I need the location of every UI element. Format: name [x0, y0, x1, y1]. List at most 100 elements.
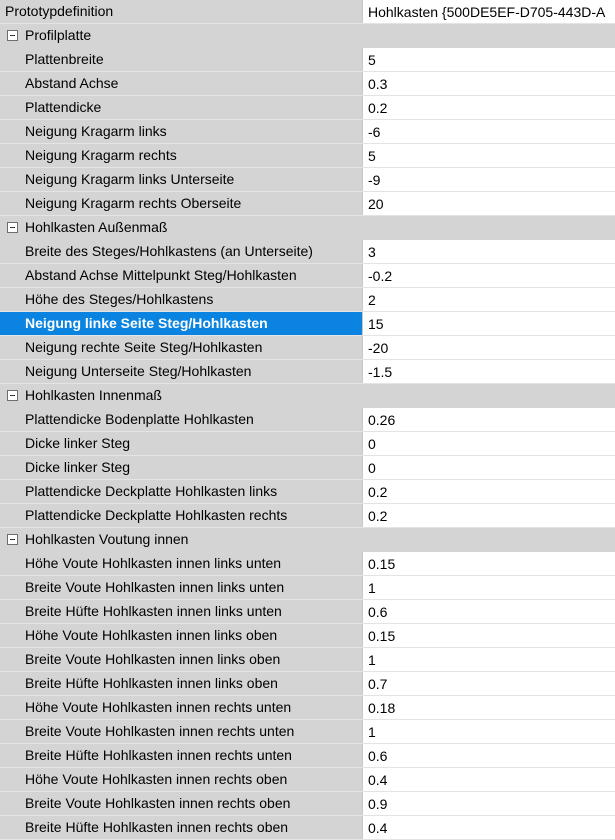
collapse-minus-icon[interactable]: [7, 222, 18, 233]
property-row[interactable]: Neigung Kragarm links Unterseite -9: [0, 168, 615, 192]
property-value[interactable]: 0.6: [363, 744, 615, 767]
property-name: Breite Voute Hohlkasten innen links unte…: [0, 576, 363, 599]
property-row[interactable]: Plattendicke Deckplatte Hohlkasten recht…: [0, 504, 615, 528]
property-row[interactable]: Abstand Achse Mittelpunkt Steg/Hohlkaste…: [0, 264, 615, 288]
property-row[interactable]: Dicke linker Steg 0: [0, 432, 615, 456]
category-label-wrap: Hohlkasten Voutung innen: [0, 528, 615, 551]
property-value[interactable]: -0.2: [363, 264, 615, 287]
property-value[interactable]: 0.2: [363, 504, 615, 527]
prototype-row[interactable]: Prototypdefinition Hohlkasten {500DE5EF-…: [0, 0, 615, 24]
property-value[interactable]: -20: [363, 336, 615, 359]
property-row[interactable]: Neigung rechte Seite Steg/Hohlkasten -20: [0, 336, 615, 360]
property-name: Höhe Voute Hohlkasten innen rechts unten: [0, 696, 363, 719]
property-row[interactable]: Breite Hüfte Hohlkasten innen rechts obe…: [0, 816, 615, 840]
property-value[interactable]: 15: [363, 312, 615, 335]
property-value[interactable]: 5: [363, 144, 615, 167]
property-value[interactable]: 0.15: [363, 624, 615, 647]
property-name: Höhe Voute Hohlkasten innen rechts oben: [0, 768, 363, 791]
property-value[interactable]: 0.26: [363, 408, 615, 431]
property-value[interactable]: 0.9: [363, 792, 615, 815]
property-name: Breite Voute Hohlkasten innen rechts unt…: [0, 720, 363, 743]
category-title: Profilplatte: [25, 27, 92, 43]
property-row[interactable]: Breite Hüfte Hohlkasten innen links oben…: [0, 672, 615, 696]
property-row[interactable]: Höhe Voute Hohlkasten innen rechts unten…: [0, 696, 615, 720]
property-name: Breite Hüfte Hohlkasten innen rechts unt…: [0, 744, 363, 767]
property-row[interactable]: Breite Voute Hohlkasten innen rechts unt…: [0, 720, 615, 744]
category-label-wrap: Hohlkasten Außenmaß: [0, 216, 615, 239]
property-name: Neigung rechte Seite Steg/Hohlkasten: [0, 336, 363, 359]
property-name: Plattendicke: [0, 96, 363, 119]
property-row[interactable]: Höhe Voute Hohlkasten innen rechts oben 0…: [0, 768, 615, 792]
property-row[interactable]: Plattendicke Bodenplatte Hohlkasten 0.26: [0, 408, 615, 432]
property-row[interactable]: Höhe des Steges/Hohlkastens 2: [0, 288, 615, 312]
collapse-minus-icon[interactable]: [7, 534, 18, 545]
property-row[interactable]: Breite Hüfte Hohlkasten innen links unte…: [0, 600, 615, 624]
category-header[interactable]: Hohlkasten Innenmaß: [0, 384, 615, 408]
property-name: Neigung Unterseite Steg/Hohlkasten: [0, 360, 363, 383]
property-value[interactable]: 0.6: [363, 600, 615, 623]
property-value[interactable]: 0.18: [363, 696, 615, 719]
property-categories: Profilplatte Plattenbreite 5 Abstand Achse 0…: [0, 24, 615, 840]
property-row[interactable]: Breite Voute Hohlkasten innen links oben…: [0, 648, 615, 672]
category-header[interactable]: Hohlkasten Außenmaß: [0, 216, 615, 240]
property-value[interactable]: 0.15: [363, 552, 615, 575]
property-value[interactable]: 0.2: [363, 96, 615, 119]
property-row[interactable]: Plattendicke 0.2: [0, 96, 615, 120]
property-value[interactable]: -1.5: [363, 360, 615, 383]
property-value[interactable]: 0: [363, 432, 615, 455]
property-name: Neigung linke Seite Steg/Hohlkasten: [0, 312, 363, 335]
property-row[interactable]: Breite Hüfte Hohlkasten innen rechts unt…: [0, 744, 615, 768]
property-row[interactable]: Neigung Unterseite Steg/Hohlkasten -1.5: [0, 360, 615, 384]
property-value[interactable]: 1: [363, 648, 615, 671]
property-row[interactable]: Breite Voute Hohlkasten innen links unte…: [0, 576, 615, 600]
property-value[interactable]: 0.4: [363, 816, 615, 839]
category-header[interactable]: Hohlkasten Voutung innen: [0, 528, 615, 552]
property-name: Breite Hüfte Hohlkasten innen links oben: [0, 672, 363, 695]
property-name: Dicke linker Steg: [0, 456, 363, 479]
property-name: Prototypdefinition: [0, 0, 363, 23]
property-row[interactable]: Höhe Voute Hohlkasten innen links unten 0…: [0, 552, 615, 576]
property-value[interactable]: 0.3: [363, 72, 615, 95]
property-row[interactable]: Höhe Voute Hohlkasten innen links oben 0.…: [0, 624, 615, 648]
property-name: Breite Voute Hohlkasten innen links oben: [0, 648, 363, 671]
property-row[interactable]: Neigung Kragarm links -6: [0, 120, 615, 144]
property-row[interactable]: Neigung Kragarm rechts 5: [0, 144, 615, 168]
property-value[interactable]: 3: [363, 240, 615, 263]
property-row[interactable]: Breite Voute Hohlkasten innen rechts obe…: [0, 792, 615, 816]
property-value[interactable]: 0.2: [363, 480, 615, 503]
property-value[interactable]: Hohlkasten {500DE5EF-D705-443D-A: [363, 0, 615, 23]
property-name: Neigung Kragarm rechts: [0, 144, 363, 167]
property-value[interactable]: -6: [363, 120, 615, 143]
property-name: Abstand Achse: [0, 72, 363, 95]
property-value[interactable]: 5: [363, 48, 615, 71]
property-name: Höhe Voute Hohlkasten innen links unten: [0, 552, 363, 575]
property-value[interactable]: 1: [363, 720, 615, 743]
property-name: Neigung Kragarm links Unterseite: [0, 168, 363, 191]
property-row-selected[interactable]: Neigung linke Seite Steg/Hohlkasten 15: [0, 312, 615, 336]
property-name: Höhe des Steges/Hohlkastens: [0, 288, 363, 311]
property-row[interactable]: Abstand Achse 0.3: [0, 72, 615, 96]
property-value[interactable]: 1: [363, 576, 615, 599]
property-row[interactable]: Plattendicke Deckplatte Hohlkasten links…: [0, 480, 615, 504]
category-label-wrap: Hohlkasten Innenmaß: [0, 384, 615, 407]
property-row[interactable]: Breite des Steges/Hohlkastens (an Unters…: [0, 240, 615, 264]
property-name: Abstand Achse Mittelpunkt Steg/Hohlkaste…: [0, 264, 363, 287]
property-name: Breite Voute Hohlkasten innen rechts obe…: [0, 792, 363, 815]
category-header[interactable]: Profilplatte: [0, 24, 615, 48]
property-value[interactable]: 0: [363, 456, 615, 479]
property-name: Breite des Steges/Hohlkastens (an Unters…: [0, 240, 363, 263]
collapse-minus-icon[interactable]: [7, 30, 18, 41]
property-name: Neigung Kragarm rechts Oberseite: [0, 192, 363, 215]
property-value[interactable]: 20: [363, 192, 615, 215]
property-grid: Prototypdefinition Hohlkasten {500DE5EF-…: [0, 0, 615, 840]
property-value[interactable]: -9: [363, 168, 615, 191]
property-row[interactable]: Neigung Kragarm rechts Oberseite 20: [0, 192, 615, 216]
property-value[interactable]: 0.4: [363, 768, 615, 791]
collapse-minus-icon[interactable]: [7, 390, 18, 401]
property-value[interactable]: 2: [363, 288, 615, 311]
property-row[interactable]: Dicke linker Steg 0: [0, 456, 615, 480]
property-row[interactable]: Plattenbreite 5: [0, 48, 615, 72]
property-name: Plattenbreite: [0, 48, 363, 71]
property-name: Plattendicke Deckplatte Hohlkasten recht…: [0, 504, 363, 527]
property-value[interactable]: 0.7: [363, 672, 615, 695]
